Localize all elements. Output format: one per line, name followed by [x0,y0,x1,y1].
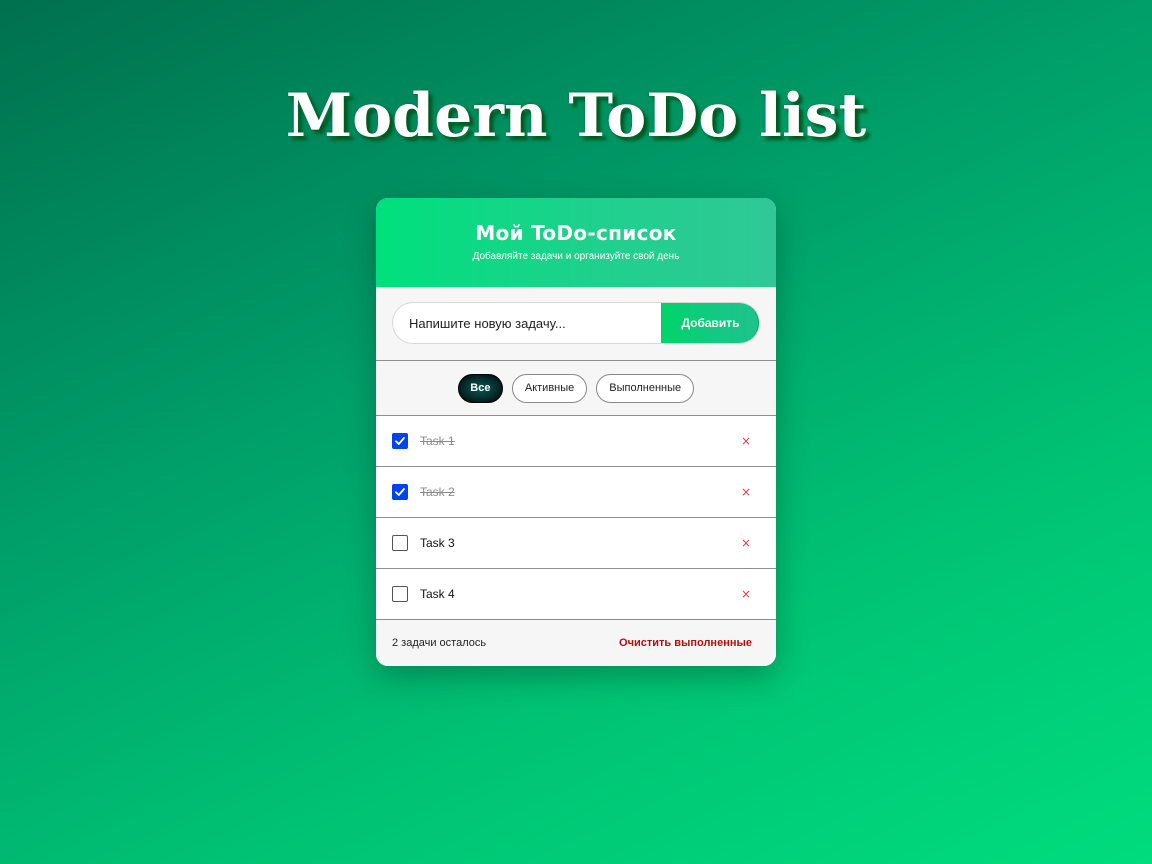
filter-bar: Все Активные Выполненные [376,361,776,416]
remaining-count: 2 задачи осталось [392,637,487,649]
task-checkbox[interactable] [392,484,408,500]
new-task-form: Добавить [392,302,760,344]
delete-icon[interactable]: × [738,586,754,602]
task-text: Task 2 [420,485,455,499]
card-header: Мой ToDo-список Добавляйте задачи и орга… [376,198,776,287]
delete-icon[interactable]: × [738,484,754,500]
task-checkbox[interactable] [392,433,408,449]
delete-icon[interactable]: × [738,535,754,551]
page-title: Modern ToDo list [285,81,867,151]
card-title: Мой ToDo-список [475,221,677,245]
filter-active-button[interactable]: Активные [511,373,588,403]
checkmark-icon [395,437,405,445]
delete-icon[interactable]: × [738,433,754,449]
clear-completed-button[interactable]: Очистить выполненные [619,637,752,649]
checkmark-icon [395,488,405,496]
card-footer: 2 задачи осталось Очистить выполненные [376,620,776,666]
add-task-button[interactable]: Добавить [661,303,759,343]
task-item: Task 4 × [376,569,776,620]
task-checkbox[interactable] [392,535,408,551]
task-checkbox[interactable] [392,586,408,602]
task-list: Task 1 × Task 2 × Task 3 × Task 4 × [376,416,776,620]
filter-all-button[interactable]: Все [457,373,503,403]
task-text: Task 4 [420,587,455,601]
task-text: Task 3 [420,536,455,550]
task-item: Task 1 × [376,416,776,467]
todo-card: Мой ToDo-список Добавляйте задачи и орга… [376,198,776,666]
new-task-input[interactable] [393,303,663,343]
task-item: Task 3 × [376,518,776,569]
task-item: Task 2 × [376,467,776,518]
card-subtitle: Добавляйте задачи и организуйте свой ден… [472,251,680,262]
filter-completed-button[interactable]: Выполненные [596,373,695,403]
task-text: Task 1 [420,434,455,448]
new-task-section: Добавить [376,287,776,361]
